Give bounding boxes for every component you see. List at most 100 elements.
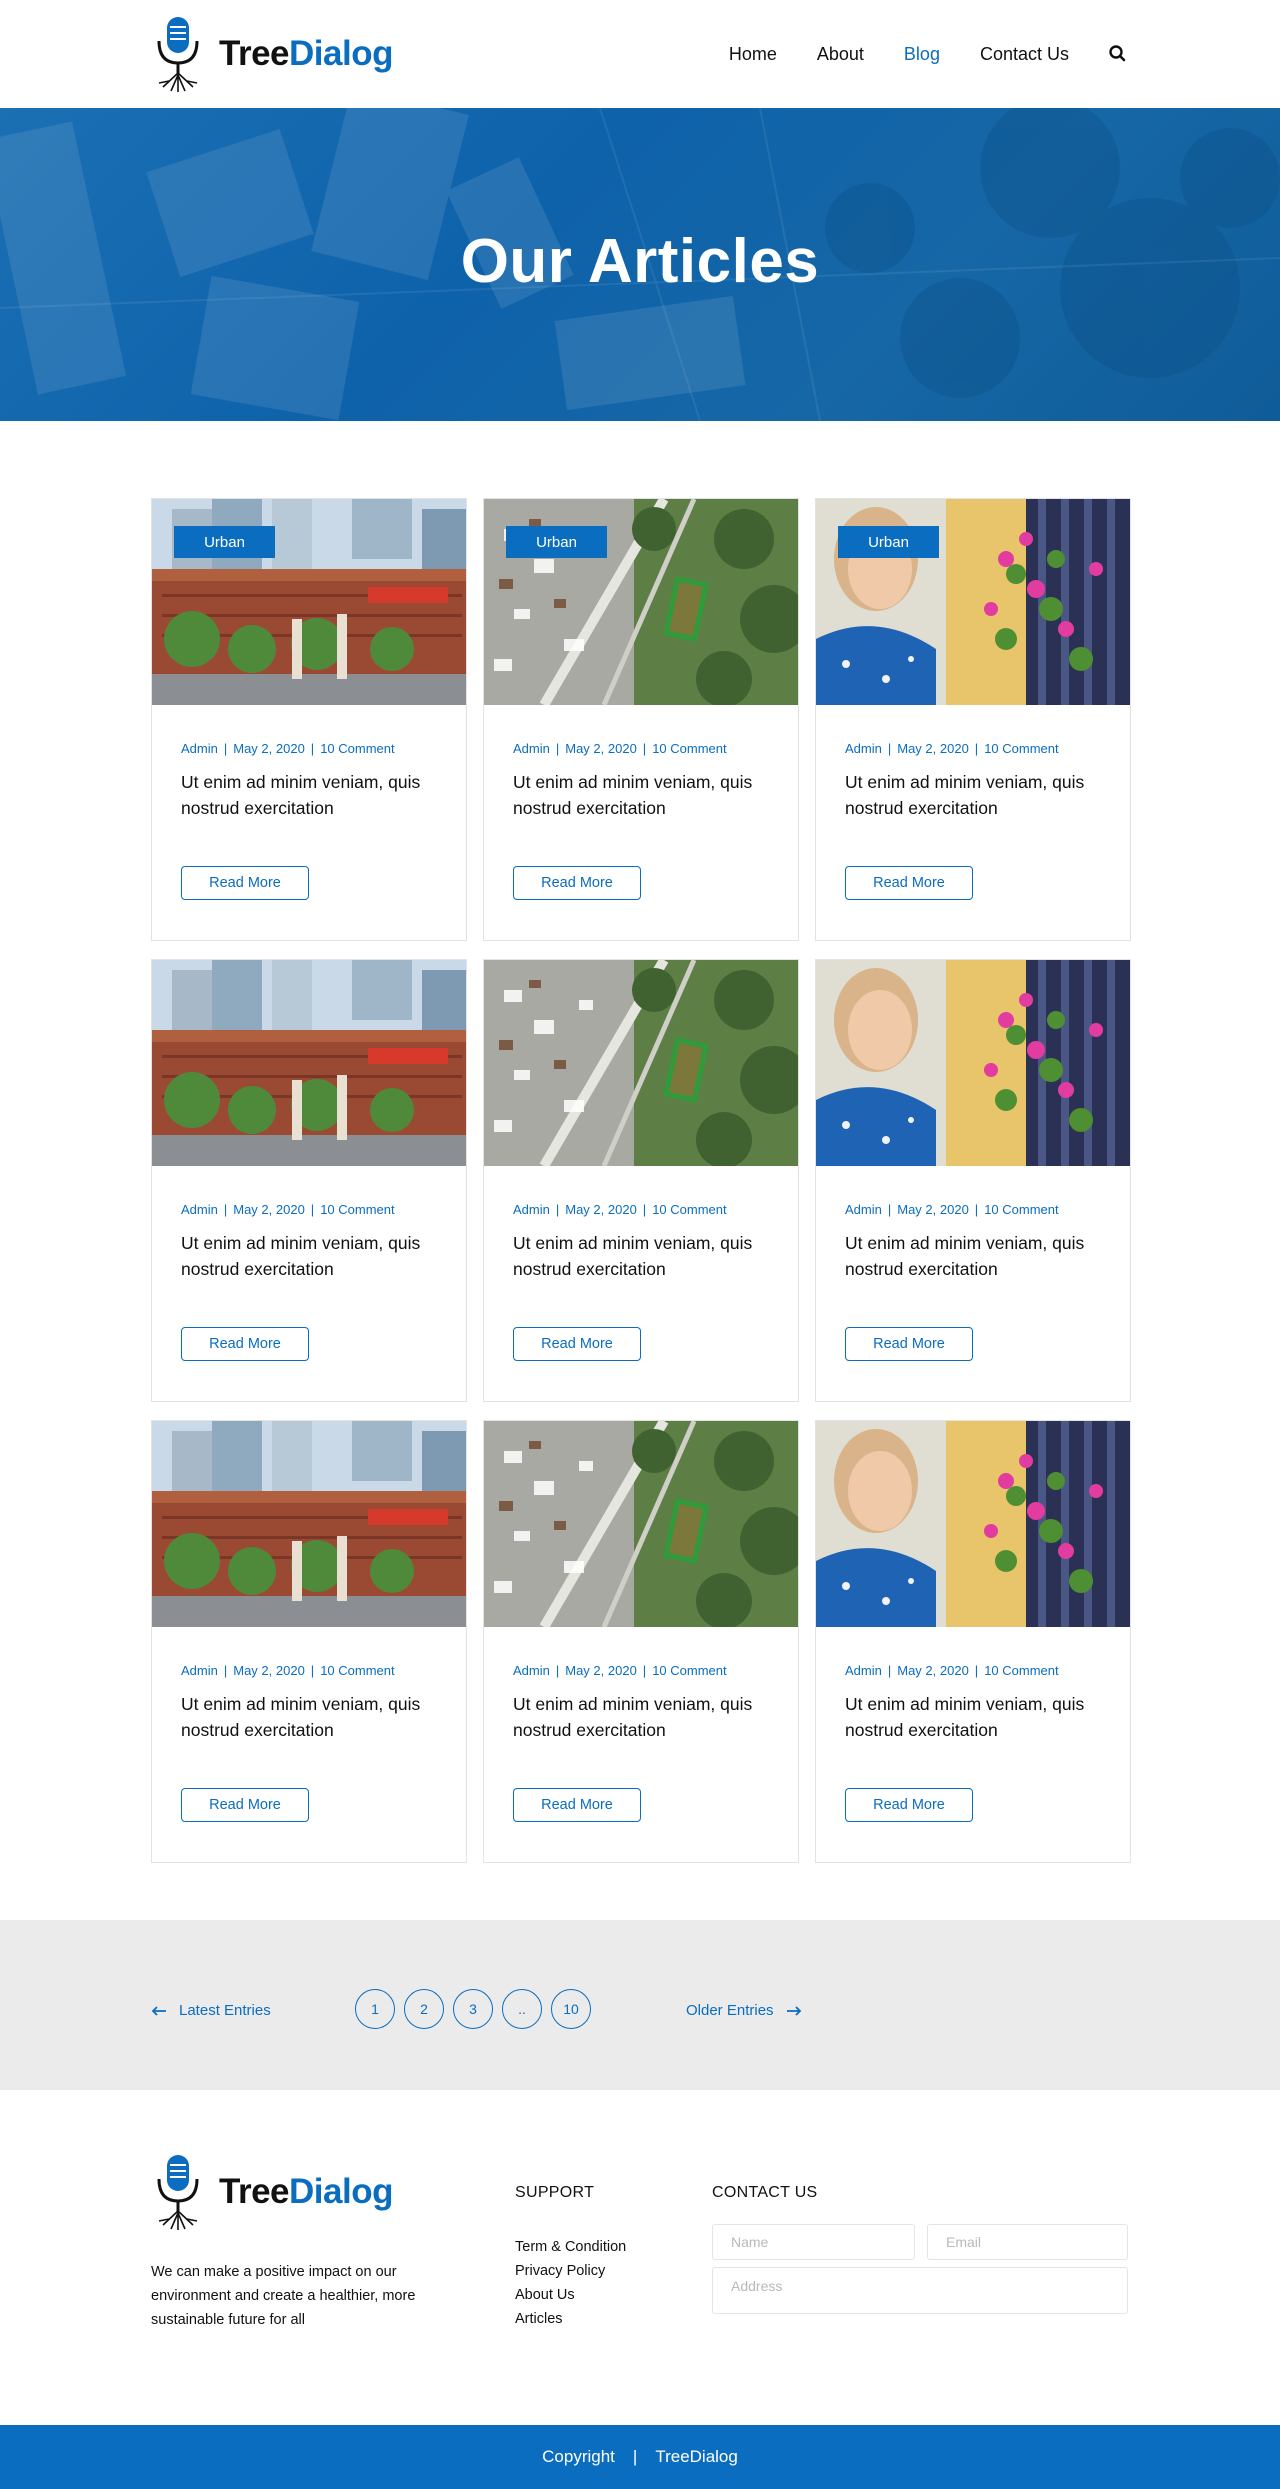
article-image[interactable] xyxy=(484,1421,798,1627)
page-ellipsis: .. xyxy=(502,1989,542,2029)
main-nav: Home About Blog Contact Us xyxy=(689,43,1129,65)
older-entries-link[interactable]: Older Entries xyxy=(686,2002,802,2019)
article-author[interactable]: Admin xyxy=(513,1202,550,1217)
article-card[interactable]: Urban Admin | May 2, 2020 | 10 Comment Ut enim… xyxy=(815,498,1131,941)
read-more-button[interactable]: Read More xyxy=(513,866,641,900)
article-comments[interactable]: 10 Comment xyxy=(320,1202,394,1217)
page-10-button[interactable]: 10 xyxy=(551,1989,591,2029)
article-comments[interactable]: 10 Comment xyxy=(320,741,394,756)
article-author[interactable]: Admin xyxy=(181,741,218,756)
article-title[interactable]: Ut enim ad minim veniam, quis nostrud ex… xyxy=(845,1691,1115,1743)
page-2-button[interactable]: 2 xyxy=(404,1989,444,2029)
nav-item-blog[interactable]: Blog xyxy=(904,44,940,65)
article-author[interactable]: Admin xyxy=(845,1202,882,1217)
article-date: May 2, 2020 xyxy=(897,741,969,756)
article-comments[interactable]: 10 Comment xyxy=(652,1663,726,1678)
email-field[interactable]: Email xyxy=(927,2224,1128,2260)
article-card[interactable]: Admin | May 2, 2020 | 10 Comment Ut enim ad m… xyxy=(151,959,467,1402)
article-author[interactable]: Admin xyxy=(181,1202,218,1217)
read-more-button[interactable]: Read More xyxy=(513,1788,641,1822)
meta-separator: | xyxy=(887,1663,892,1678)
meta-separator: | xyxy=(887,1202,892,1217)
read-more-button[interactable]: Read More xyxy=(181,1788,309,1822)
article-meta: Admin | May 2, 2020 | 10 Comment xyxy=(181,1663,395,1678)
article-comments[interactable]: 10 Comment xyxy=(984,1663,1058,1678)
article-image[interactable] xyxy=(816,1421,1130,1627)
article-card[interactable]: Urban Admin | May 2, 2020 | 10 Comment Ut enim… xyxy=(483,498,799,941)
latest-entries-link[interactable]: Latest Entries xyxy=(151,2002,271,2019)
support-links: Term & Condition Privacy Policy About Us… xyxy=(515,2235,626,2331)
nav-item-contact-us[interactable]: Contact Us xyxy=(980,44,1069,65)
article-title[interactable]: Ut enim ad minim veniam, quis nostrud ex… xyxy=(181,1230,451,1282)
article-image[interactable] xyxy=(484,960,798,1166)
article-card[interactable]: Admin | May 2, 2020 | 10 Comment Ut enim ad m… xyxy=(815,1420,1131,1863)
article-title[interactable]: Ut enim ad minim veniam, quis nostrud ex… xyxy=(513,769,783,821)
address-field[interactable]: Address xyxy=(712,2267,1128,2314)
search-icon[interactable] xyxy=(1107,43,1129,65)
article-date: May 2, 2020 xyxy=(565,1663,637,1678)
article-date: May 2, 2020 xyxy=(233,741,305,756)
category-tag[interactable]: Urban xyxy=(174,526,275,558)
brand-name: TreeDialog xyxy=(219,34,393,74)
article-author[interactable]: Admin xyxy=(513,1663,550,1678)
page-numbers: 1 2 3 .. 10 xyxy=(355,1989,591,2029)
article-title[interactable]: Ut enim ad minim veniam, quis nostrud ex… xyxy=(845,769,1115,821)
read-more-button[interactable]: Read More xyxy=(513,1327,641,1361)
nav-item-home[interactable]: Home xyxy=(729,44,777,65)
article-card[interactable]: Urban Admin | May 2, 2020 | 10 Comment Ut enim… xyxy=(151,498,467,941)
article-comments[interactable]: 10 Comment xyxy=(320,1663,394,1678)
article-image[interactable]: Urban xyxy=(152,499,466,705)
article-title[interactable]: Ut enim ad minim veniam, quis nostrud ex… xyxy=(513,1691,783,1743)
nav-item-about[interactable]: About xyxy=(817,44,864,65)
article-card[interactable]: Admin | May 2, 2020 | 10 Comment Ut enim ad m… xyxy=(483,1420,799,1863)
article-meta: Admin | May 2, 2020 | 10 Comment xyxy=(845,1663,1059,1678)
article-title[interactable]: Ut enim ad minim veniam, quis nostrud ex… xyxy=(845,1230,1115,1282)
article-title[interactable]: Ut enim ad minim veniam, quis nostrud ex… xyxy=(181,769,451,821)
read-more-button[interactable]: Read More xyxy=(845,1327,973,1361)
article-grid: Urban Admin | May 2, 2020 | 10 Comment Ut enim… xyxy=(0,421,1280,1920)
read-more-button[interactable]: Read More xyxy=(845,866,973,900)
footer-link-term-condition[interactable]: Term & Condition xyxy=(515,2235,626,2259)
article-card[interactable]: Admin | May 2, 2020 | 10 Comment Ut enim ad m… xyxy=(815,959,1131,1402)
article-title[interactable]: Ut enim ad minim veniam, quis nostrud ex… xyxy=(181,1691,451,1743)
footer-brand-logo[interactable]: TreeDialog xyxy=(151,2153,393,2231)
latest-entries-label: Latest Entries xyxy=(179,2002,271,2019)
meta-separator: | xyxy=(310,1663,315,1678)
read-more-button[interactable]: Read More xyxy=(181,866,309,900)
article-title[interactable]: Ut enim ad minim veniam, quis nostrud ex… xyxy=(513,1230,783,1282)
article-comments[interactable]: 10 Comment xyxy=(652,741,726,756)
article-author[interactable]: Admin xyxy=(181,1663,218,1678)
brand-logo-link[interactable]: TreeDialog xyxy=(151,15,393,93)
footer-link-privacy-policy[interactable]: Privacy Policy xyxy=(515,2259,626,2283)
article-image[interactable] xyxy=(152,960,466,1166)
meta-separator: | xyxy=(310,1202,315,1217)
site-footer: TreeDialog We can make a positive impact… xyxy=(0,2090,1280,2425)
article-image[interactable] xyxy=(152,1421,466,1627)
meta-separator: | xyxy=(223,741,228,756)
name-field[interactable]: Name xyxy=(712,2224,915,2260)
article-author[interactable]: Admin xyxy=(513,741,550,756)
page-3-button[interactable]: 3 xyxy=(453,1989,493,2029)
page-1-button[interactable]: 1 xyxy=(355,1989,395,2029)
footer-brand-name: TreeDialog xyxy=(219,2172,393,2212)
article-date: May 2, 2020 xyxy=(897,1202,969,1217)
meta-separator: | xyxy=(974,1202,979,1217)
meta-separator: | xyxy=(310,741,315,756)
footer-link-about-us[interactable]: About Us xyxy=(515,2283,626,2307)
read-more-button[interactable]: Read More xyxy=(181,1327,309,1361)
category-tag[interactable]: Urban xyxy=(506,526,607,558)
article-card[interactable]: Admin | May 2, 2020 | 10 Comment Ut enim ad m… xyxy=(151,1420,467,1863)
article-meta: Admin | May 2, 2020 | 10 Comment xyxy=(845,1202,1059,1217)
article-comments[interactable]: 10 Comment xyxy=(984,1202,1058,1217)
read-more-button[interactable]: Read More xyxy=(845,1788,973,1822)
article-card[interactable]: Admin | May 2, 2020 | 10 Comment Ut enim ad m… xyxy=(483,959,799,1402)
article-comments[interactable]: 10 Comment xyxy=(652,1202,726,1217)
article-comments[interactable]: 10 Comment xyxy=(984,741,1058,756)
article-image[interactable] xyxy=(816,960,1130,1166)
footer-link-articles[interactable]: Articles xyxy=(515,2307,626,2331)
article-image[interactable]: Urban xyxy=(484,499,798,705)
category-tag[interactable]: Urban xyxy=(838,526,939,558)
article-image[interactable]: Urban xyxy=(816,499,1130,705)
article-author[interactable]: Admin xyxy=(845,741,882,756)
article-author[interactable]: Admin xyxy=(845,1663,882,1678)
